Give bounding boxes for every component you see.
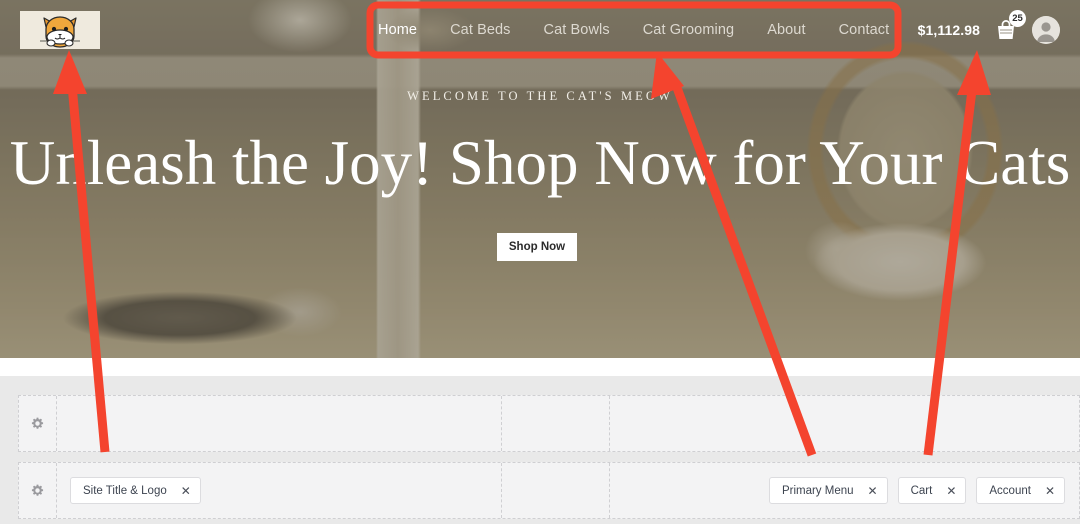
editor-cell-left-top[interactable] — [57, 396, 502, 451]
header-actions: $1,112.98 25 — [918, 0, 1060, 60]
editor-cell-mid-top[interactable] — [502, 396, 610, 451]
editor-row-top — [18, 395, 1080, 452]
widget-chip-cart[interactable]: Cart ✕ — [897, 477, 967, 504]
widget-chip-label: Cart — [910, 484, 933, 497]
widget-editor-panel: Site Title & Logo ✕ Primary Menu ✕ Cart … — [0, 376, 1080, 524]
site-header: Home Cat Beds Cat Bowls Cat Grooming Abo… — [0, 0, 1080, 60]
gear-icon — [31, 484, 44, 496]
gear-icon — [31, 417, 44, 429]
row-settings-button-middle[interactable] — [19, 463, 57, 518]
widget-chip-site-title-logo[interactable]: Site Title & Logo ✕ — [70, 477, 201, 504]
account-avatar[interactable] — [1032, 16, 1060, 44]
nav-item-cat-beds[interactable]: Cat Beds — [450, 22, 510, 38]
cart-total-amount: $1,112.98 — [917, 22, 980, 38]
close-icon[interactable]: ✕ — [868, 485, 878, 497]
row-settings-button-top[interactable] — [19, 396, 57, 451]
widget-chip-label: Primary Menu — [781, 484, 854, 497]
widget-chip-primary-menu[interactable]: Primary Menu ✕ — [768, 477, 888, 504]
nav-item-cat-grooming[interactable]: Cat Grooming — [643, 22, 734, 38]
nav-item-cat-bowls[interactable]: Cat Bowls — [544, 22, 610, 38]
nav-item-contact[interactable]: Contact — [839, 22, 890, 38]
primary-navigation-menu[interactable]: Home Cat Beds Cat Bowls Cat Grooming Abo… — [378, 0, 889, 60]
editor-row-middle: Site Title & Logo ✕ Primary Menu ✕ Cart … — [18, 462, 1080, 519]
hero-eyebrow-text: WELCOME TO THE CAT'S MEOW — [407, 89, 673, 103]
site-logo[interactable] — [20, 11, 100, 49]
editor-cell-left-middle[interactable]: Site Title & Logo ✕ — [57, 463, 502, 518]
hero-headline: Unleash the Joy! Shop Now for Your Cats — [9, 128, 1071, 198]
close-icon[interactable]: ✕ — [1045, 485, 1055, 497]
page-root: Home Cat Beds Cat Bowls Cat Grooming Abo… — [0, 0, 1080, 524]
user-avatar-icon — [1032, 16, 1060, 44]
cart-item-count-badge: 25 — [1009, 10, 1026, 27]
cat-logo-icon — [40, 16, 80, 48]
widget-chip-label: Account — [989, 484, 1031, 497]
cart-icon[interactable]: 25 — [993, 10, 1026, 43]
nav-item-about[interactable]: About — [767, 22, 805, 38]
close-icon[interactable]: ✕ — [946, 485, 956, 497]
editor-cell-mid-middle[interactable] — [502, 463, 610, 518]
widget-chip-label: Site Title & Logo — [83, 484, 167, 497]
editor-cell-right-middle[interactable]: Primary Menu ✕ Cart ✕ Account ✕ — [610, 463, 1079, 518]
close-icon[interactable]: ✕ — [181, 485, 191, 497]
nav-item-home[interactable]: Home — [378, 22, 417, 38]
editor-cell-right-top[interactable] — [610, 396, 1079, 451]
shop-now-button[interactable]: Shop Now — [497, 233, 577, 261]
widget-chip-account[interactable]: Account ✕ — [976, 477, 1065, 504]
